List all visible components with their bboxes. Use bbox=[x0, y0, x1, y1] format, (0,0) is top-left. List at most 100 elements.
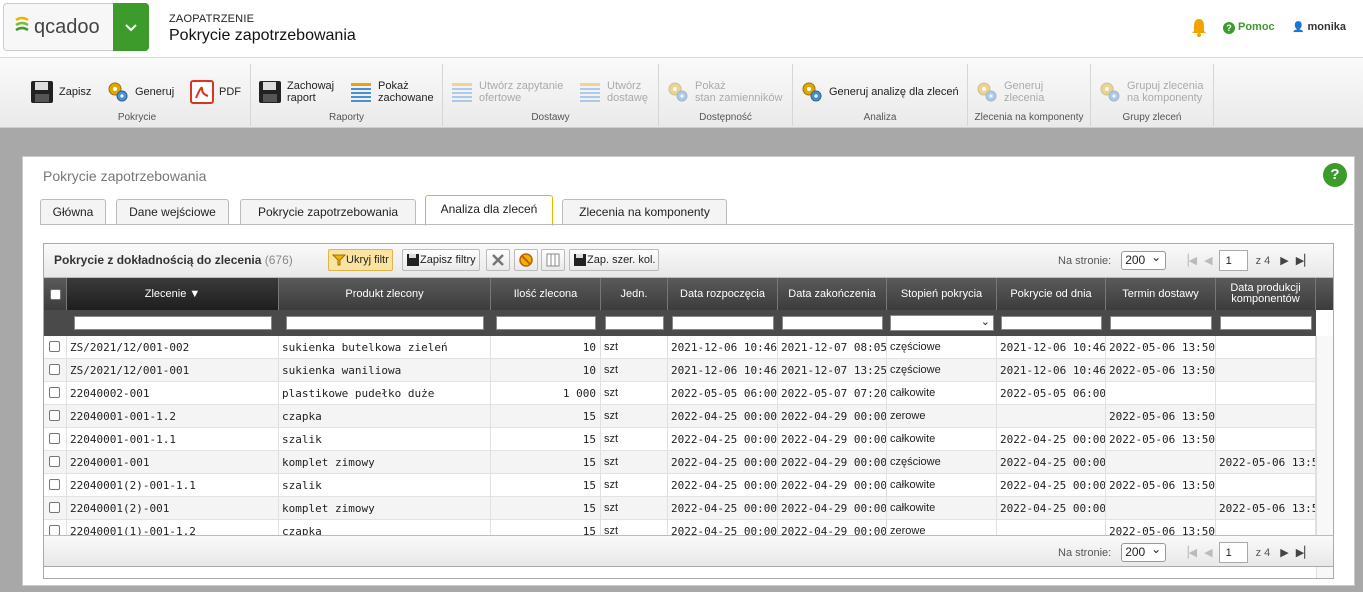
column-data-rozpoczecia[interactable]: Data rozpoczęcia bbox=[668, 278, 778, 310]
show-saved-button[interactable]: Pokaż zachowane bbox=[349, 76, 434, 108]
pdf-button[interactable]: PDF bbox=[190, 76, 241, 108]
bell-icon[interactable] bbox=[1190, 18, 1208, 38]
save-button[interactable]: Zapisz bbox=[30, 76, 91, 108]
table-row[interactable]: 22040001-001 komplet zimowy 15 szt 2022-04-2… bbox=[44, 451, 1316, 474]
per-page-select[interactable]: 200 bbox=[1121, 541, 1167, 562]
create-delivery-button[interactable]: Utwórz dostawę bbox=[578, 76, 648, 108]
page-input[interactable]: 1 bbox=[1218, 250, 1248, 271]
first-page-icon[interactable]: ▕◀ bbox=[1180, 546, 1197, 559]
cell-data-zakonczenia: 2022-04-29 00:00: bbox=[778, 428, 887, 450]
cell-stopien-pokrycia: częściowe bbox=[887, 336, 997, 358]
hide-filter-button[interactable]: Ukryj filtr bbox=[328, 249, 393, 271]
column-jedn[interactable]: Jedn. bbox=[601, 278, 668, 310]
prev-page-icon[interactable]: ◀ bbox=[1204, 546, 1212, 559]
column-stopien-pokrycia[interactable]: Stopień pokrycia bbox=[887, 278, 997, 310]
column-ilosc-zlecona[interactable]: Ilość zlecona bbox=[491, 278, 601, 310]
tab-pokrycie-zapotrzebowania[interactable]: Pokrycie zapotrzebowania bbox=[240, 199, 416, 225]
filter-produkt-input[interactable] bbox=[286, 316, 484, 330]
row-checkbox[interactable] bbox=[49, 479, 60, 490]
ribbon-group-grupy-zlecen: Grupuj zlecenia na komponenty Grupy zlece… bbox=[1091, 64, 1214, 126]
row-select-cell bbox=[44, 451, 67, 473]
chevron-down-icon[interactable] bbox=[113, 3, 149, 51]
generate-button[interactable]: Generuj bbox=[106, 76, 174, 108]
filter-termin-input[interactable] bbox=[1110, 316, 1212, 330]
filter-icon bbox=[332, 254, 346, 266]
group-label: Zlecenia na komponenty bbox=[974, 112, 1084, 123]
generate-orders-button[interactable]: Generuj zlecenia bbox=[975, 76, 1044, 108]
save-filters-button[interactable]: Zapisz filtry bbox=[402, 249, 480, 271]
row-checkbox[interactable] bbox=[49, 387, 60, 398]
filter-pokrycie-input[interactable] bbox=[1001, 316, 1102, 330]
clear-filter-button[interactable] bbox=[486, 249, 510, 271]
tab-dane-wejsciowe[interactable]: Dane wejściowe bbox=[116, 199, 229, 225]
prev-page-icon[interactable]: ◀ bbox=[1204, 254, 1212, 267]
cell-jedn: szt bbox=[601, 336, 668, 358]
column-zlecenie[interactable]: Zlecenie ▼ bbox=[67, 278, 279, 310]
row-checkbox[interactable] bbox=[49, 364, 60, 375]
table-row[interactable]: 22040001(2)-001-1.1 szalik 15 szt 2022-04-25… bbox=[44, 474, 1316, 497]
help-link[interactable]: ? Pomoc bbox=[1223, 21, 1275, 34]
table-row[interactable]: 22040002-001 plastikowe pudełko duże 1 000… bbox=[44, 382, 1316, 405]
show-substitutes-button[interactable]: Pokaż stan zamienników bbox=[666, 76, 782, 108]
cell-pokrycie-od-dnia: 2022-04-25 00:00: bbox=[997, 451, 1106, 473]
filter-data-rozpoczecia-input[interactable] bbox=[672, 316, 774, 330]
logo-text: qcadoo bbox=[34, 16, 100, 38]
row-checkbox[interactable] bbox=[49, 456, 60, 467]
tab-analiza-dla-zlecen[interactable]: Analiza dla zleceń bbox=[425, 195, 553, 226]
ribbon-group-dostepnosc: Pokaż stan zamienników Dostępność bbox=[659, 64, 793, 126]
row-checkbox[interactable] bbox=[49, 502, 60, 513]
first-page-icon[interactable]: ▕◀ bbox=[1180, 254, 1197, 267]
group-orders-button[interactable]: Grupuj zlecenia na komponenty bbox=[1098, 76, 1203, 108]
save-column-width-button[interactable]: Zap. szer. kol. bbox=[569, 249, 660, 271]
orders-grid: Pokrycie z dokładnością do zlecenia (676… bbox=[43, 243, 1334, 579]
table-row[interactable]: ZS/2021/12/001-002 sukienka butelkowa zie… bbox=[44, 336, 1316, 359]
last-page-icon[interactable]: ▶▏ bbox=[1296, 546, 1313, 559]
cell-zlecenie: ZS/2021/12/001-001 bbox=[67, 359, 279, 381]
filter-stopien-select[interactable]: ⌄ bbox=[890, 315, 994, 331]
filter-ilosc-input[interactable] bbox=[496, 316, 596, 330]
generate-analysis-button[interactable]: Generuj analizę dla zleceń bbox=[800, 76, 959, 108]
select-all-checkbox[interactable] bbox=[49, 288, 61, 300]
row-checkbox[interactable] bbox=[49, 433, 60, 444]
cell-data-rozpoczecia: 2022-04-25 00:00: bbox=[668, 428, 778, 450]
page-count: z 4 bbox=[1255, 254, 1271, 267]
user-menu[interactable]: 👤 monika bbox=[1292, 21, 1346, 33]
filter-zlecenie-input[interactable] bbox=[74, 316, 272, 330]
column-data-zakonczenia[interactable]: Data zakończenia bbox=[778, 278, 887, 310]
cell-jedn: szt bbox=[601, 451, 668, 473]
group-label: Grupy zleceń bbox=[1122, 112, 1182, 123]
next-page-icon[interactable]: ▶ bbox=[1280, 254, 1288, 267]
table-row[interactable]: ZS/2021/12/001-001 sukienka waniliowa 10 sz… bbox=[44, 359, 1316, 382]
row-checkbox[interactable] bbox=[49, 341, 60, 352]
filter-data-produkcji-input[interactable] bbox=[1220, 316, 1312, 330]
create-offer-request-button[interactable]: Utwórz zapytanie ofertowe bbox=[450, 76, 563, 108]
next-page-icon[interactable]: ▶ bbox=[1280, 546, 1288, 559]
last-page-icon[interactable]: ▶▏ bbox=[1296, 254, 1313, 267]
cancel-button[interactable] bbox=[514, 249, 538, 271]
cell-data-produkcji: 2022-05-06 13:50 bbox=[1216, 497, 1316, 519]
table-row[interactable]: 22040001(2)-001 komplet zimowy 15 szt 2022-0… bbox=[44, 497, 1316, 520]
save-label: Zapisz bbox=[59, 86, 92, 98]
sort-desc-icon: ▼ bbox=[189, 287, 201, 300]
per-page-select[interactable]: 200 bbox=[1121, 249, 1167, 270]
columns-button[interactable] bbox=[541, 249, 565, 271]
column-data-produkcji-komponentow[interactable]: Data produkcji komponentów bbox=[1216, 278, 1316, 310]
save-report-button[interactable]: Zachowaj raport bbox=[258, 76, 334, 108]
app-menu-button[interactable]: qcadoo bbox=[3, 3, 149, 51]
column-pokrycie-od-dnia[interactable]: Pokrycie od dnia bbox=[997, 278, 1106, 310]
pdf-label: PDF bbox=[219, 86, 241, 98]
cell-data-produkcji bbox=[1216, 336, 1316, 358]
filter-data-zakonczenia-input[interactable] bbox=[782, 316, 883, 330]
cell-data-zakonczenia: 2022-04-29 00:00: bbox=[778, 451, 887, 473]
filter-jedn-input[interactable] bbox=[605, 316, 664, 330]
cell-termin-dostawy bbox=[1106, 497, 1216, 519]
row-checkbox[interactable] bbox=[49, 410, 60, 421]
column-produkt-zlecony[interactable]: Produkt zlecony bbox=[279, 278, 491, 310]
tab-zlecenia-na-komponenty[interactable]: Zlecenia na komponenty bbox=[562, 199, 727, 225]
help-icon[interactable]: ? bbox=[1323, 163, 1347, 187]
tab-glowna[interactable]: Główna bbox=[40, 199, 106, 225]
column-termin-dostawy[interactable]: Termin dostawy bbox=[1106, 278, 1216, 310]
table-row[interactable]: 22040001-001-1.1 szalik 15 szt 2022-04-25 00… bbox=[44, 428, 1316, 451]
table-row[interactable]: 22040001-001-1.2 czapka 15 szt 2022-04-25 00… bbox=[44, 405, 1316, 428]
page-input[interactable]: 1 bbox=[1218, 542, 1248, 563]
